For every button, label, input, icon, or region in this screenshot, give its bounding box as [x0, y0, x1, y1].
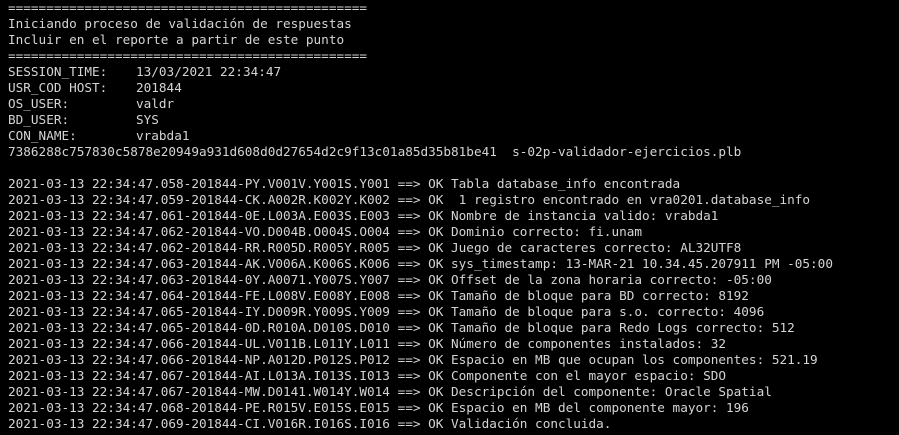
log-line: 2021-03-13 22:34:47.062-201844-RR.R005D.…	[8, 240, 742, 255]
log-line: 2021-03-13 22:34:47.066-201844-UL.V011B.…	[8, 336, 727, 351]
log-line: 2021-03-13 22:34:47.067-201844-AI.L013A.…	[8, 368, 727, 383]
field-key: BD_USER:	[8, 112, 70, 127]
session-field-usr-cod-host: USR_COD HOST: 201844	[8, 80, 899, 96]
field-value: 13/03/2021 22:34:47	[136, 64, 282, 79]
log-line: 2021-03-13 22:34:47.058-201844-PY.V001V.…	[8, 176, 681, 191]
separator-top: ========================================…	[8, 0, 368, 15]
log-line: 2021-03-13 22:34:47.065-201844-IY.D009R.…	[8, 304, 765, 319]
log-line: 2021-03-13 22:34:47.068-201844-PE.R015V.…	[8, 400, 749, 415]
hash-line: 7386288c757830c5878e20949a931d608d0d2765…	[8, 144, 742, 159]
field-key: SESSION_TIME:	[8, 64, 108, 79]
log-line: 2021-03-13 22:34:47.063-201844-0Y.A0071.…	[8, 272, 772, 287]
terminal-output[interactable]: ========================================…	[0, 0, 899, 435]
log-line: 2021-03-13 22:34:47.069-201844-CI.V016R.…	[8, 416, 612, 431]
log-line: 2021-03-13 22:34:47.061-201844-0E.L003A.…	[8, 208, 719, 223]
log-line: 2021-03-13 22:34:47.067-201844-MW.D0141.…	[8, 384, 772, 399]
field-value: 201844	[136, 80, 182, 95]
log-line: 2021-03-13 22:34:47.066-201844-NP.A012D.…	[8, 352, 818, 367]
log-line: 2021-03-13 22:34:47.059-201844-CK.A002R.…	[8, 192, 811, 207]
session-field-con-name: CON_NAME: vrabda1	[8, 128, 899, 144]
field-value: valdr	[136, 96, 175, 111]
header-title-line-2: Incluir en el reporte a partir de este p…	[8, 32, 345, 47]
log-line: 2021-03-13 22:34:47.064-201844-FE.L008V.…	[8, 288, 749, 303]
log-line: 2021-03-13 22:34:47.063-201844-AK.V006A.…	[8, 256, 833, 271]
session-field-session-time: SESSION_TIME: 13/03/2021 22:34:47	[8, 64, 899, 80]
field-key: CON_NAME:	[8, 128, 77, 143]
field-key: USR_COD HOST:	[8, 80, 108, 95]
log-line: 2021-03-13 22:34:47.065-201844-0D.R010A.…	[8, 320, 795, 335]
session-field-os-user: OS_USER: valdr	[8, 96, 899, 112]
field-value: SYS	[136, 112, 159, 127]
field-value: vrabda1	[136, 128, 190, 143]
log-line: 2021-03-13 22:34:47.062-201844-VO.D004B.…	[8, 224, 642, 239]
separator-bottom: ========================================…	[8, 48, 368, 63]
header-title-line-1: Iniciando proceso de validación de respu…	[8, 16, 352, 31]
field-key: OS_USER:	[8, 96, 70, 111]
session-field-bd-user: BD_USER: SYS	[8, 112, 899, 128]
